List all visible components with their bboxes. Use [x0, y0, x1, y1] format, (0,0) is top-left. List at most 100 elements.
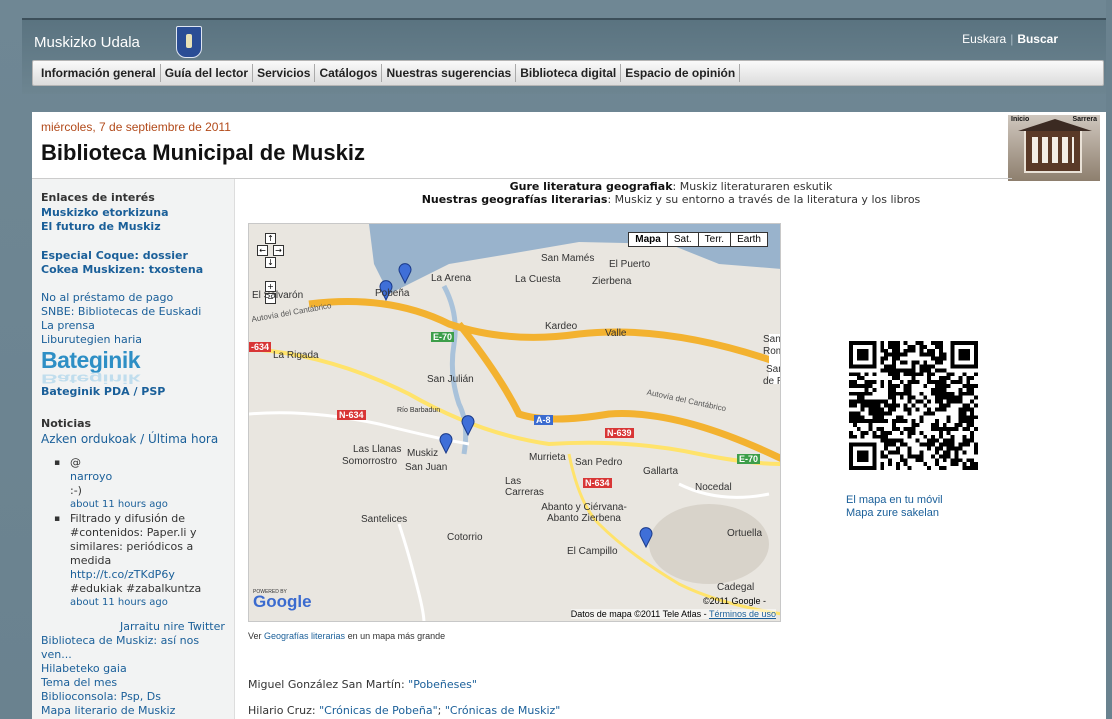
- map-place-label: Nocedal: [695, 482, 732, 493]
- tweet-time[interactable]: about 11 hours ago: [70, 498, 234, 512]
- book-title-link[interactable]: "Crónicas de Pobeña": [319, 704, 438, 717]
- map-place-label: Cotorrio: [447, 532, 483, 543]
- heading-bold-2: Nuestras geografías literarias: [421, 193, 608, 206]
- pan-down-icon[interactable]: ↓: [265, 257, 276, 268]
- map-tab-mapa[interactable]: Mapa: [628, 232, 668, 247]
- map-place-label: San: [763, 334, 781, 345]
- top-links: Euskara | Buscar: [962, 32, 1058, 46]
- menu-item-informacion[interactable]: Información general: [37, 64, 161, 82]
- tweet-item: Filtrado y difusión de #contenidos: Pape…: [54, 512, 234, 610]
- map-pin-icon[interactable]: [439, 432, 453, 454]
- lang-link[interactable]: Euskara: [962, 32, 1006, 46]
- sidebar-link-hilabeteko[interactable]: Hilabeteko gaia: [41, 662, 127, 676]
- qr-code[interactable]: [848, 341, 979, 470]
- sidebar-link-bateginik[interactable]: Bateginik PDA / PSP: [41, 385, 165, 399]
- road-badge: N-634: [337, 410, 366, 420]
- map-place-label: San: [766, 364, 780, 375]
- bateginik-reflection: Bateginik: [41, 371, 141, 386]
- page-scrollbar[interactable]: [1106, 0, 1112, 719]
- menu-item-sugerencias[interactable]: Nuestras sugerencias: [382, 64, 517, 82]
- map-place-label: Gallarta: [643, 466, 679, 477]
- post-date: miércoles, 7 de septiembre de 2011: [41, 120, 231, 134]
- sidebar-link-cokea[interactable]: Cokea Muskizen: txostena: [41, 263, 203, 277]
- tweet-text: :-): [70, 484, 82, 497]
- tweet-text: @: [70, 456, 81, 469]
- search-link[interactable]: Buscar: [1017, 32, 1058, 46]
- map-place-label: Pobeña: [375, 288, 410, 299]
- pan-right-icon[interactable]: →: [273, 245, 284, 256]
- map-place-label: La Rigada: [273, 350, 319, 361]
- book-entry: Hilario Cruz: "Crónicas de Pobeña"; "Cró…: [248, 704, 560, 717]
- coat-of-arms-icon: [176, 26, 202, 58]
- pan-left-icon[interactable]: ←: [257, 245, 268, 256]
- map-place-label: Las Llanas: [353, 444, 402, 455]
- header-image[interactable]: Inicio Sarrera: [1008, 115, 1100, 181]
- qr-caption-eu[interactable]: Mapa zure sakelan: [846, 507, 943, 520]
- map-place-label: Murrieta: [529, 452, 566, 463]
- map-place-label: Muskiz: [407, 448, 439, 459]
- road-badge: -634: [249, 342, 272, 352]
- map-pin-icon[interactable]: [461, 414, 475, 436]
- map-place-label: San Juan: [405, 462, 448, 473]
- map-pin-icon[interactable]: [398, 262, 412, 284]
- tweet-user-link[interactable]: narroyo: [70, 470, 234, 484]
- sidebar-link-haria[interactable]: Liburutegien haria: [41, 333, 142, 347]
- sidebar-link-prensa[interactable]: La prensa: [41, 319, 95, 333]
- map-place-label: Zierbena: [592, 276, 632, 287]
- pan-up-icon[interactable]: ↑: [265, 233, 276, 244]
- larger-map-link[interactable]: Geografías literarias: [264, 631, 345, 641]
- house-photo: [1018, 119, 1092, 173]
- sidebar-link-coque[interactable]: Especial Coque: dossier: [41, 249, 188, 263]
- tweet-item: @ narroyo :-) about 11 hours ago: [54, 456, 234, 512]
- sidebar-link-mapa-literario[interactable]: Mapa literario de Muskiz: [41, 704, 175, 718]
- sidebar-link-prestamo[interactable]: No al préstamo de pago: [41, 291, 173, 305]
- book-author: Hilario Cruz:: [248, 704, 320, 717]
- google-logo[interactable]: Google: [253, 592, 312, 612]
- menu-item-servicios[interactable]: Servicios: [253, 64, 316, 82]
- map-tab-terr[interactable]: Terr.: [697, 232, 732, 247]
- tweet-time[interactable]: about 11 hours ago: [70, 596, 234, 610]
- road-badge: N-639: [605, 428, 634, 438]
- map-type-tabs: Mapa Sat. Terr. Earth: [628, 232, 768, 247]
- main-menu: Información general Guía del lector Serv…: [32, 60, 1104, 86]
- sidebar-link-ven[interactable]: ven...: [41, 648, 72, 662]
- sidebar-link-tema[interactable]: Tema del mes: [41, 676, 117, 690]
- menu-item-opinion[interactable]: Espacio de opinión: [621, 64, 741, 82]
- map-tab-sat[interactable]: Sat.: [666, 232, 699, 247]
- site-title[interactable]: Muskizko Udala: [34, 34, 140, 51]
- map-data-text: Datos de mapa ©2011 Tele Atlas -: [570, 609, 709, 619]
- menu-item-biblioteca-digital[interactable]: Biblioteca digital: [516, 64, 622, 82]
- tweet-link[interactable]: http://t.co/zTKdP6y: [70, 568, 234, 582]
- sidebar-link-etorkizuna[interactable]: Muskizko etorkizuna: [41, 206, 169, 220]
- larger-map-line: Ver Geografías literarias en un mapa más…: [248, 631, 445, 641]
- sidebar-link-biblioconsola[interactable]: Biblioconsola: Psp, Ds: [41, 690, 161, 704]
- book-title-link[interactable]: "Crónicas de Muskiz": [445, 704, 561, 717]
- map-tab-earth[interactable]: Earth: [730, 232, 768, 247]
- twitter-follow-link[interactable]: Jarraitu nire Twitter: [120, 620, 225, 634]
- tweet-text: medida: [70, 554, 112, 567]
- bateginik-logo[interactable]: Bateginik Bateginik: [41, 347, 141, 386]
- sidebar-link-asi-nos[interactable]: Biblioteca de Muskiz: así nos: [41, 634, 199, 648]
- menu-item-catalogos[interactable]: Catálogos: [315, 64, 383, 82]
- map-place-label: Santelices: [361, 514, 408, 525]
- tweet-text: Filtrado y difusión de: [70, 512, 186, 525]
- road-badge: E-70: [737, 454, 761, 464]
- map-place-label: La Cuesta: [515, 274, 561, 285]
- ver-prefix: Ver: [248, 631, 265, 641]
- map-place-label: Rom: [763, 346, 780, 357]
- qr-caption-es[interactable]: El mapa en tu móvil: [846, 494, 943, 507]
- menu-item-guia[interactable]: Guía del lector: [161, 64, 254, 82]
- book-title-link[interactable]: "Pobeñeses": [408, 678, 477, 691]
- map-pin-icon[interactable]: [639, 526, 653, 548]
- sidebar-link-futuro[interactable]: El futuro de Muskiz: [41, 220, 161, 234]
- news-subheading[interactable]: Azken ordukoak / Última hora: [41, 432, 218, 446]
- map-terms-link[interactable]: Términos de uso: [709, 609, 776, 619]
- map-place-label: El Puerto: [609, 259, 651, 270]
- map-place-label: Ortuella: [727, 528, 763, 539]
- sidebar-link-snbe[interactable]: SNBE: Bibliotecas de Euskadi: [41, 305, 201, 319]
- ver-suffix: en un mapa más grande: [345, 631, 446, 641]
- book-author: Miguel González San Martín:: [248, 678, 409, 691]
- blog-title[interactable]: Biblioteca Municipal de Muskiz: [41, 140, 365, 166]
- map-place-label: Abanto y Ciérvana-Abanto Zierbena: [541, 502, 627, 524]
- embedded-map[interactable]: Mapa Sat. Terr. Earth ↑ ← → ↓ + − San Ma…: [248, 223, 781, 622]
